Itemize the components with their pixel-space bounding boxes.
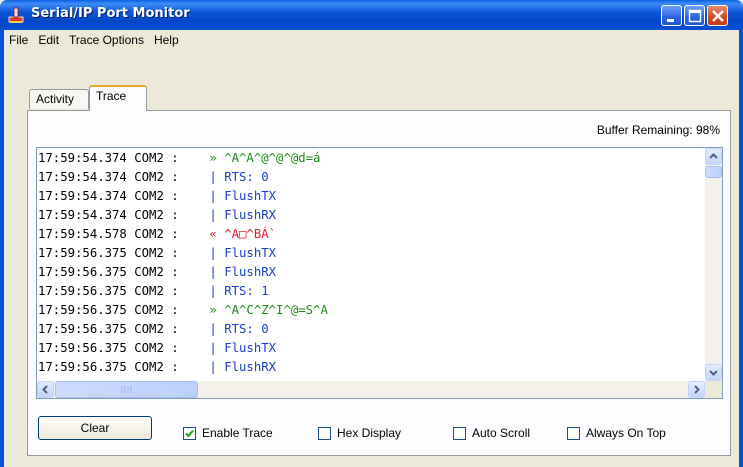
trace-direction-marker: | (202, 170, 225, 184)
trace-direction-marker: « (202, 227, 225, 241)
trace-timestamp-port: 17:59:56.375 COM2 : (38, 246, 187, 260)
trace-direction-marker: » (202, 151, 225, 165)
trace-message: RTS: 0 (224, 322, 269, 336)
close-button[interactable] (707, 5, 728, 26)
menu-bar: File Edit Trace Options Help (4, 30, 739, 50)
checkbox-box[interactable] (183, 426, 196, 440)
horizontal-scroll-thumb[interactable] (55, 381, 198, 398)
trace-lines: 17:59:54.374 COM2 : » ^A^A^@^@^@d=á 17:59… (38, 149, 698, 377)
scroll-up-button[interactable] (705, 148, 722, 165)
trace-message: ^A^C^Z^I^@=S^A (224, 303, 328, 317)
checkbox-box[interactable] (453, 426, 466, 440)
trace-listbox[interactable]: 17:59:54.374 COM2 : » ^A^A^@^@^@d=á 17:59… (36, 147, 723, 399)
trace-row[interactable]: 17:59:54.578 COM2 : « ^A□^BÁ` (38, 225, 698, 244)
scroll-right-button[interactable] (688, 381, 705, 398)
trace-message: FlushRX (224, 208, 277, 222)
trace-row[interactable]: 17:59:54.374 COM2 : | RTS: 0 (38, 168, 698, 187)
tab-trace[interactable]: Trace (89, 85, 147, 111)
trace-message: ^A^A^@^@^@d=á (224, 151, 321, 165)
trace-direction-marker: | (202, 208, 225, 222)
checkbox-label: Always On Top (586, 426, 666, 440)
trace-direction-marker: | (202, 246, 225, 260)
trace-row[interactable]: 17:59:56.375 COM2 : | FlushRX (38, 263, 698, 282)
buffer-remaining-label: Buffer Remaining: 98% (596, 123, 720, 137)
vertical-scroll-thumb[interactable] (705, 166, 722, 178)
scrollbar-corner (705, 381, 722, 398)
trace-row[interactable]: 17:59:56.375 COM2 : | RTS: 1 (38, 282, 698, 301)
menu-help[interactable]: Help (149, 30, 184, 50)
clear-button[interactable]: Clear (38, 416, 152, 440)
checkbox-box[interactable] (567, 426, 580, 440)
enable-trace-checkbox[interactable]: Enable Trace (183, 425, 273, 441)
trace-timestamp-port: 17:59:56.375 COM2 : (38, 284, 187, 298)
chevron-right-icon (694, 385, 700, 394)
maximize-icon (688, 9, 702, 23)
vertical-scrollbar[interactable] (705, 148, 722, 381)
menu-edit[interactable]: Edit (33, 30, 64, 50)
trace-timestamp-port: 17:59:56.375 COM2 : (38, 322, 187, 336)
trace-row[interactable]: 17:59:54.374 COM2 : | FlushTX (38, 187, 698, 206)
scroll-left-button[interactable] (37, 381, 54, 398)
trace-direction-marker: | (202, 341, 225, 355)
trace-message: FlushRX (224, 360, 277, 374)
tab-activity[interactable]: Activity (29, 89, 89, 109)
trace-row[interactable]: 17:59:56.375 COM2 : | RTS: 0 (38, 320, 698, 339)
trace-direction-marker: » (202, 303, 225, 317)
trace-timestamp-port: 17:59:56.375 COM2 : (38, 303, 187, 317)
trace-message: RTS: 0 (224, 170, 269, 184)
trace-timestamp-port: 17:59:56.375 COM2 : (38, 360, 187, 374)
trace-message: RTS: 1 (224, 284, 269, 298)
window-border-right (739, 30, 743, 467)
menu-file[interactable]: File (4, 30, 33, 50)
title-bar[interactable]: Serial/IP Port Monitor (0, 0, 743, 30)
auto-scroll-checkbox[interactable]: Auto Scroll (453, 425, 530, 441)
trace-timestamp-port: 17:59:54.374 COM2 : (38, 208, 187, 222)
trace-timestamp-port: 17:59:54.374 COM2 : (38, 151, 187, 165)
trace-timestamp-port: 17:59:54.578 COM2 : (38, 227, 187, 241)
trace-message: FlushRX (224, 265, 277, 279)
horizontal-scrollbar[interactable] (37, 381, 705, 398)
trace-row[interactable]: 17:59:54.374 COM2 : | FlushRX (38, 206, 698, 225)
menu-trace-options[interactable]: Trace Options (64, 30, 149, 50)
minimize-icon (667, 19, 674, 22)
chevron-down-icon (709, 370, 718, 376)
trace-direction-marker: | (202, 284, 225, 298)
checkbox-box[interactable] (318, 426, 331, 440)
trace-timestamp-port: 17:59:56.375 COM2 : (38, 265, 187, 279)
checkbox-label: Hex Display (337, 426, 402, 440)
trace-timestamp-port: 17:59:56.375 COM2 : (38, 341, 187, 355)
trace-row[interactable]: 17:59:56.375 COM2 : » ^A^C^Z^I^@=S^A (38, 301, 698, 320)
checkbox-label: Enable Trace (202, 426, 273, 440)
hex-display-checkbox[interactable]: Hex Display (318, 425, 401, 441)
trace-row[interactable]: 17:59:56.375 COM2 : | FlushRX (38, 358, 698, 377)
minimize-button[interactable] (661, 5, 682, 26)
maximize-button[interactable] (684, 5, 705, 26)
trace-direction-marker: | (202, 360, 225, 374)
trace-message: FlushTX (224, 341, 277, 355)
trace-message: FlushTX (224, 246, 277, 260)
chevron-left-icon (42, 385, 48, 394)
trace-direction-marker: | (202, 189, 225, 203)
window-border-left (0, 30, 4, 467)
grip-icon (121, 386, 132, 393)
trace-row[interactable]: 17:59:56.375 COM2 : | FlushTX (38, 244, 698, 263)
trace-message: ^A□^BÁ` (224, 227, 277, 241)
trace-tab-panel: Buffer Remaining: 98% 17:59:54.374 COM2 … (27, 110, 731, 456)
window-title: Serial/IP Port Monitor (31, 6, 190, 21)
always-on-top-checkbox[interactable]: Always On Top (567, 425, 666, 441)
checkbox-label: Auto Scroll (472, 426, 531, 440)
trace-message: FlushTX (224, 189, 277, 203)
trace-timestamp-port: 17:59:54.374 COM2 : (38, 189, 187, 203)
plug-icon (7, 6, 25, 24)
checkmark-icon (185, 429, 194, 437)
trace-timestamp-port: 17:59:54.374 COM2 : (38, 170, 187, 184)
trace-row[interactable]: 17:59:54.374 COM2 : » ^A^A^@^@^@d=á (38, 149, 698, 168)
trace-direction-marker: | (202, 322, 225, 336)
chevron-up-icon (709, 153, 718, 159)
trace-direction-marker: | (202, 265, 225, 279)
close-icon (712, 10, 724, 22)
scroll-down-button[interactable] (705, 364, 722, 381)
trace-row[interactable]: 17:59:56.375 COM2 : | FlushTX (38, 339, 698, 358)
